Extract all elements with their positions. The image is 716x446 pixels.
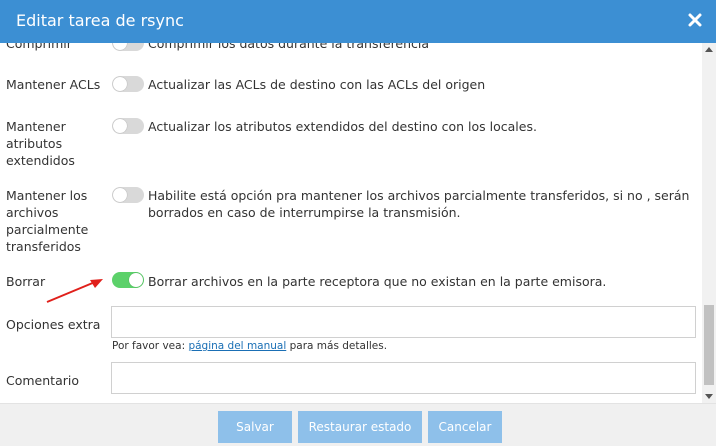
manual-link[interactable]: página del manual (188, 340, 286, 352)
row-label: Mantener atributos extendidos (6, 119, 75, 168)
row-mantener-atributos: Mantener atributos extendidos Actualizar… (0, 118, 702, 173)
manual-hint: Por favor vea: página del manual para má… (112, 340, 387, 352)
save-button[interactable]: Salvar (218, 411, 292, 443)
comment-input[interactable] (111, 362, 696, 394)
row-label: Mantener ACLs (6, 77, 101, 92)
row-description: Actualizar las ACLs de destino con las A… (148, 77, 486, 92)
row-label: Comprimir (6, 43, 72, 51)
row-description: Habilite está opción pra mantener los ar… (148, 188, 690, 220)
row-comprimir: Comprimir Comprimir los datos durante la… (0, 43, 702, 55)
row-label: Borrar (6, 274, 46, 289)
scroll-down-icon[interactable] (705, 394, 713, 399)
cancel-button[interactable]: Cancelar (428, 411, 502, 443)
toggle-knob (113, 188, 127, 202)
field-label: Opciones extra (6, 317, 101, 332)
toggle-knob (129, 273, 143, 287)
dialog-content: Comprimir Comprimir los datos durante la… (0, 43, 702, 403)
extra-options-input[interactable] (111, 306, 696, 338)
row-mantener-acls: Mantener ACLs Actualizar las ACLs de des… (0, 76, 702, 96)
dialog-titlebar: Editar tarea de rsync (0, 0, 716, 43)
toggle-mantener-parciales[interactable] (112, 187, 144, 203)
dialog-footer: Salvar Restaurar estado Cancelar (0, 403, 716, 446)
content-scrollbar[interactable] (702, 43, 716, 403)
row-borrar: Borrar Borrar archivos en la parte recep… (0, 272, 702, 292)
toggle-borrar[interactable] (112, 272, 144, 288)
close-icon[interactable] (686, 10, 704, 30)
rsync-task-dialog: Editar tarea de rsync Comprimir Comprimi… (0, 0, 716, 446)
hint-prefix: Por favor vea: (112, 340, 186, 352)
scroll-up-icon[interactable] (705, 47, 713, 52)
row-description: Actualizar los atributos extendidos del … (148, 119, 537, 134)
toggle-comprimir[interactable] (112, 43, 144, 51)
toggle-mantener-atributos[interactable] (112, 118, 144, 134)
hint-suffix: para más detalles. (289, 340, 388, 352)
scrollbar-thumb[interactable] (704, 305, 714, 385)
toggle-knob (113, 77, 127, 91)
row-opciones-extra: Opciones extra Por favor vea: página del… (0, 306, 702, 356)
field-label: Comentario (6, 373, 79, 388)
toggle-knob (113, 119, 127, 133)
reset-state-button[interactable]: Restaurar estado (298, 411, 422, 443)
row-mantener-parciales: Mantener los archivos parcialmente trans… (0, 187, 702, 257)
row-label: Mantener los archivos parcialmente trans… (6, 188, 89, 254)
row-description: Comprimir los datos durante la transfere… (148, 43, 430, 51)
row-comentario: Comentario (0, 362, 702, 396)
toggle-mantener-acls[interactable] (112, 76, 144, 92)
toggle-knob (113, 43, 127, 50)
dialog-title: Editar tarea de rsync (16, 11, 184, 30)
row-description: Borrar archivos en la parte receptora qu… (148, 274, 607, 289)
